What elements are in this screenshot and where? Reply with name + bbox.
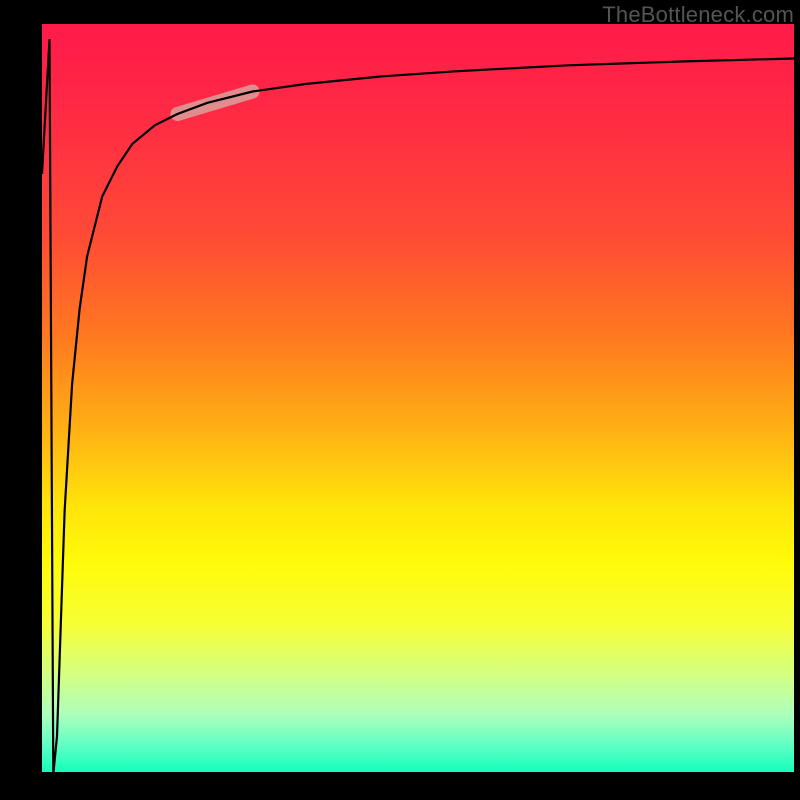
- y-axis: [40, 24, 42, 774]
- watermark-text: TheBottleneck.com: [602, 2, 794, 28]
- curve-line: [42, 39, 794, 774]
- chart-container: TheBottleneck.com: [0, 0, 800, 800]
- chart-svg: [42, 24, 794, 774]
- x-axis: [40, 772, 794, 774]
